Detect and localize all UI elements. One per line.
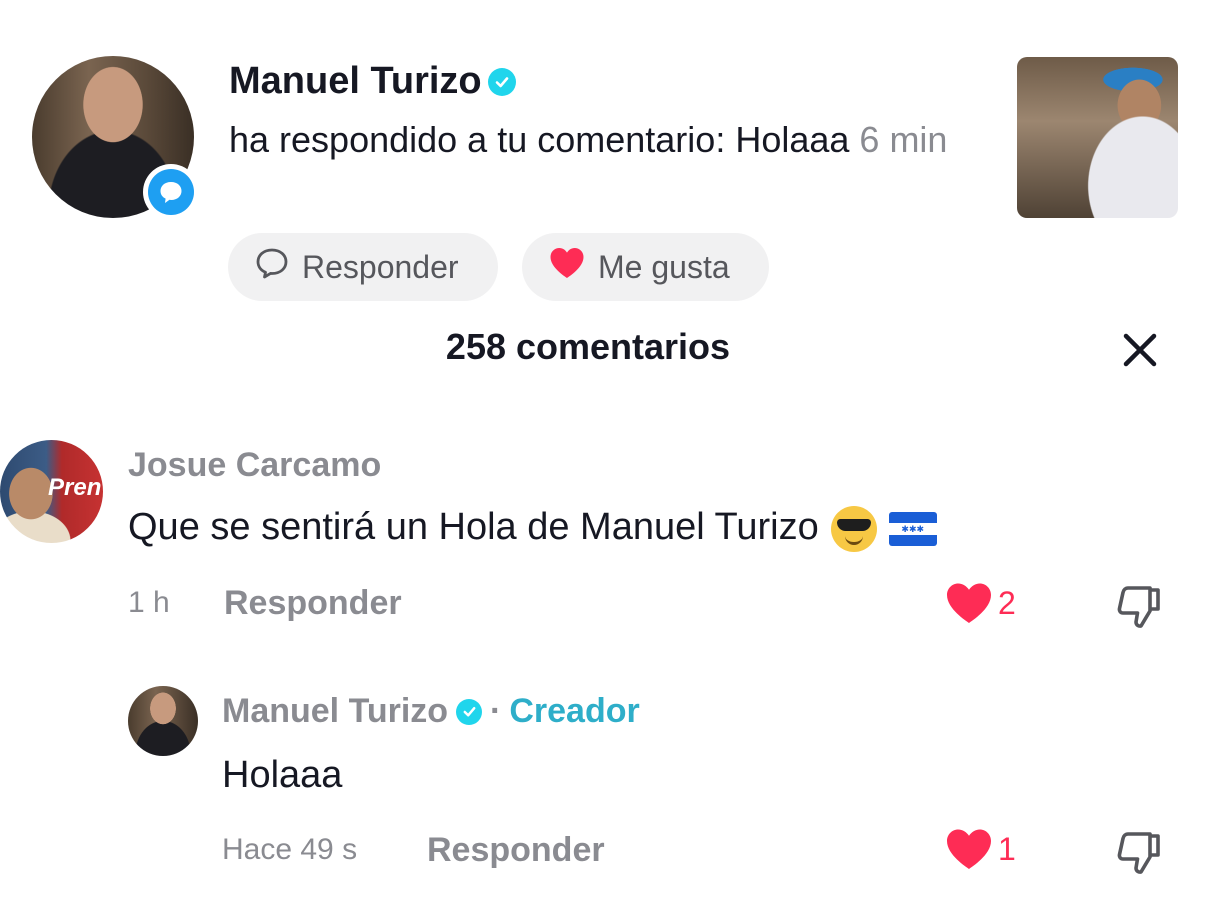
reply-button-label: Responder: [302, 248, 459, 285]
thumbs-down-icon: [1117, 832, 1160, 874]
heart-icon: [548, 245, 586, 289]
reply-like-count: 1: [998, 830, 1016, 867]
comment-body: Que se sentirá un Hola de Manuel Turizo: [128, 506, 819, 549]
comment-reply-button[interactable]: Responder: [224, 584, 402, 623]
thumbs-down-icon: [1117, 586, 1160, 628]
close-button[interactable]: [1118, 328, 1162, 372]
comments-count-title: 258 comentarios: [445, 326, 731, 367]
honduras-flag-icon: ✱✱✱: [888, 512, 937, 546]
comment-like-button[interactable]: 2: [944, 580, 1016, 626]
chat-bubble-icon: [254, 245, 290, 289]
creator-badge: Creador: [509, 692, 640, 730]
reply-author-row: Manuel Turizo · Creador: [222, 692, 640, 731]
like-button[interactable]: Me gusta: [522, 233, 769, 301]
separator-dot: ·: [490, 692, 502, 730]
heart-icon: [947, 829, 991, 869]
verified-icon: [487, 67, 516, 96]
video-thumbnail[interactable]: [1017, 57, 1178, 218]
reply-button[interactable]: Responder: [228, 233, 498, 301]
notification-message: ha respondido a tu comentario: Holaaa 6 …: [229, 116, 999, 164]
notification-user-name[interactable]: Manuel Turizo: [229, 60, 516, 103]
reply-text: Holaaa: [222, 754, 343, 796]
comment-bubble-icon: [148, 169, 194, 215]
comment-like-count: 2: [998, 584, 1016, 621]
reply-time: Hace 49 s: [222, 833, 358, 866]
comment-badge: [143, 164, 199, 220]
notification-user-name-text[interactable]: Manuel Turizo: [229, 60, 482, 103]
reply-dislike-button[interactable]: [1112, 826, 1166, 885]
reply-like-button[interactable]: 1: [944, 826, 1016, 872]
comment-author[interactable]: Josue Carcamo: [128, 446, 381, 485]
notification-time: 6 min: [859, 119, 948, 160]
notification-action-text: ha respondido a tu comentario: Holaaa: [229, 119, 850, 160]
comment-avatar-logo-text: Pren: [48, 474, 102, 501]
dislike-button[interactable]: [1112, 580, 1166, 639]
sunglasses-emoji-icon: [830, 506, 877, 552]
verified-icon: [456, 698, 483, 725]
reply-author[interactable]: Manuel Turizo: [222, 692, 448, 731]
comment-avatar[interactable]: Pren: [0, 440, 103, 543]
reply-avatar[interactable]: [128, 686, 198, 756]
reply-reply-button[interactable]: Responder: [427, 831, 605, 870]
comment-time: 1 h: [128, 586, 170, 619]
heart-icon: [947, 583, 991, 623]
like-button-label: Me gusta: [598, 248, 730, 285]
close-icon: [1123, 333, 1157, 367]
comment-text: Que se sentirá un Hola de Manuel Turizo ✱…: [128, 506, 937, 552]
